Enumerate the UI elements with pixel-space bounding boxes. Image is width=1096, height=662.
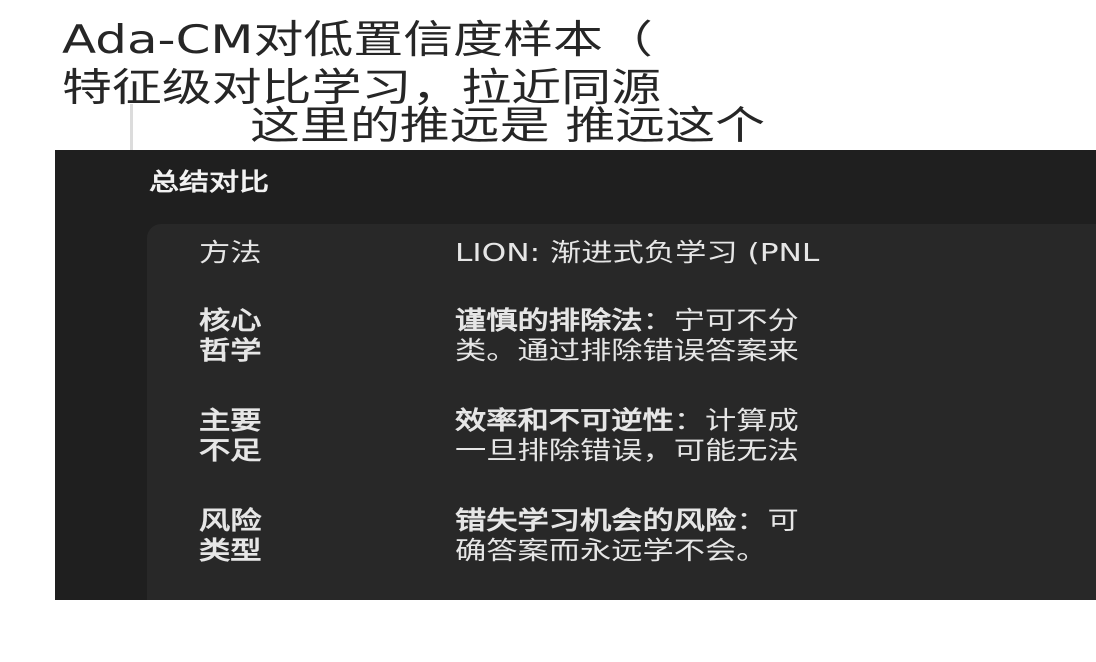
- row-value-rest: ：计算成: [673, 406, 799, 435]
- row-label-weakness: 主要 不足: [199, 406, 262, 466]
- summary-panel: 总结对比 方法 LION: 渐进式负学习 (PNL 核心 哲学 谨慎的排除法：宁…: [55, 150, 1096, 600]
- blockquote-text: 这里的推远是 推远这个: [250, 104, 766, 149]
- row-value-rest: ：可: [736, 506, 799, 535]
- row-label-line: 风险: [199, 506, 262, 535]
- row-value-risk: 错失学习机会的风险：可 确答案而永远学不会。: [455, 506, 799, 566]
- row-value-line-2: 类。通过排除错误答案来: [455, 336, 799, 365]
- row-value-line: LION: 渐进式负学习 (PNL: [455, 238, 819, 268]
- row-value-weakness: 效率和不可逆性：计算成 一旦排除错误，可能无法: [455, 406, 799, 466]
- row-label-line: 哲学: [199, 336, 262, 365]
- row-value-method: LION: 渐进式负学习 (PNL: [455, 238, 819, 268]
- row-value-line-2: 一旦排除错误，可能无法: [455, 436, 799, 465]
- row-label-philosophy: 核心 哲学: [199, 306, 262, 366]
- row-value-line-2: 确答案而永远学不会。: [455, 536, 768, 565]
- row-label-risk: 风险 类型: [199, 506, 262, 566]
- row-value-bold: 谨慎的排除法: [455, 306, 643, 335]
- row-value-philosophy: 谨慎的排除法：宁可不分 类。通过排除错误答案来: [455, 306, 799, 366]
- row-label-line: 核心: [199, 306, 262, 335]
- comparison-table: 方法 LION: 渐进式负学习 (PNL 核心 哲学 谨慎的排除法：宁可不分 类…: [147, 224, 1096, 600]
- paragraph-line-1: Ada-CM对低置信度样本（: [62, 18, 653, 63]
- row-label-line: 主要: [199, 406, 262, 435]
- row-label-line: 不足: [199, 436, 262, 465]
- row-value-line: 错失学习机会的风险：可: [455, 506, 799, 536]
- row-value-rest: LION: 渐进式负学习 (PNL: [455, 238, 820, 267]
- row-label-method: 方法: [199, 238, 262, 268]
- row-value-bold: 错失学习机会的风险: [455, 506, 737, 535]
- row-value-bold: 效率和不可逆性: [455, 406, 674, 435]
- row-label-line: 类型: [199, 536, 262, 565]
- panel-title: 总结对比: [149, 168, 269, 196]
- screenshot-root: Ada-CM对低置信度样本（ 特征级对比学习，拉近同源 这里的推远是 推远这个 …: [0, 0, 1096, 662]
- row-value-line: 效率和不可逆性：计算成: [455, 406, 799, 436]
- row-label-line: 方法: [199, 238, 262, 267]
- row-value-rest: ：宁可不分: [642, 306, 799, 335]
- row-value-line: 谨慎的排除法：宁可不分: [455, 306, 799, 336]
- blockquote-bar: [130, 104, 133, 150]
